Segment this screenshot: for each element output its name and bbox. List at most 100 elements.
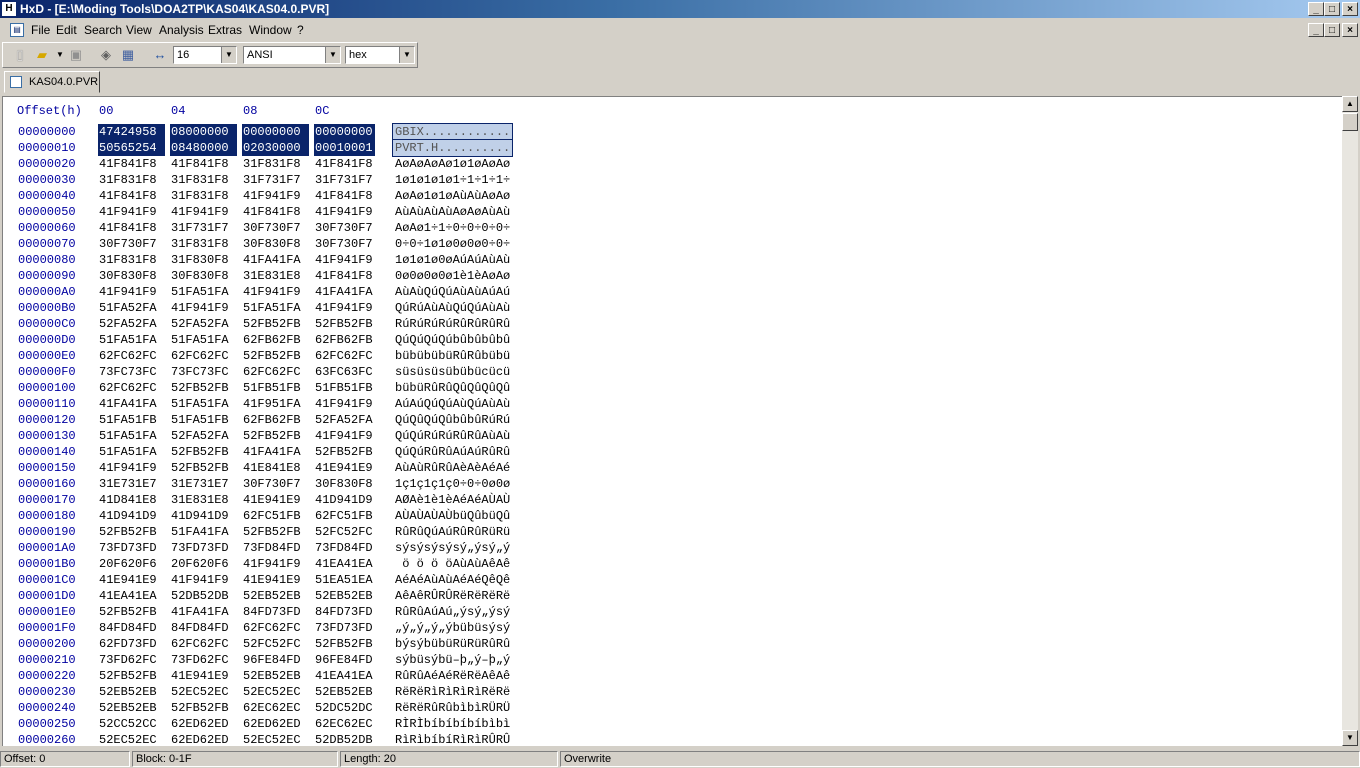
hex-editor[interactable]: Offset(h) 00 04 08 0C 00000000 47424958 08… xyxy=(2,96,1342,746)
hex-group[interactable]: 62FB62FB xyxy=(243,332,301,348)
hex-group[interactable]: 41F941F9 xyxy=(171,300,229,316)
hex-group[interactable]: 41F841F8 xyxy=(99,220,157,236)
hex-row[interactable]: 00000150 41F941F9 52FB52FB 41E841E8 41E941E9… xyxy=(3,461,1003,477)
ascii-text[interactable]: PVRT.H.......... xyxy=(391,139,514,157)
hex-group[interactable]: 62FC51FB xyxy=(315,508,373,524)
hex-group[interactable]: 08480000 xyxy=(170,140,237,156)
hex-group[interactable]: 51FA51FA xyxy=(171,396,229,412)
hex-row[interactable]: 00000070 30F730F7 31F831F8 30F830F8 30F730F7… xyxy=(3,237,1003,253)
hex-group[interactable]: 52FA52FA xyxy=(315,412,373,428)
hex-group[interactable]: 41EA41EA xyxy=(99,588,157,604)
ascii-text[interactable]: AøAø1÷1÷0÷0÷0÷0÷ xyxy=(393,220,512,236)
hex-group[interactable]: 51FB51FB xyxy=(243,380,301,396)
ascii-text[interactable]: süsüsüsübübücücü xyxy=(393,364,512,380)
hex-group[interactable]: 52DC52DC xyxy=(315,700,373,716)
hex-group[interactable]: 41E941E9 xyxy=(171,668,229,684)
hex-group[interactable]: 96FE84FD xyxy=(243,652,301,668)
hex-row[interactable]: 00000220 52FB52FB 41E941E9 52EB52EB 41EA41EA… xyxy=(3,669,1003,685)
hex-row[interactable]: 000001E0 52FB52FB 41FA41FA 84FD73FD 84FD73FD… xyxy=(3,605,1003,621)
hex-group[interactable]: 30F830F8 xyxy=(99,268,157,284)
menu-help[interactable]: ? xyxy=(297,23,304,37)
hex-group[interactable]: 51EA51EA xyxy=(315,572,373,588)
hex-group[interactable]: 73FC73FC xyxy=(171,364,229,380)
chevron-down-icon[interactable]: ▼ xyxy=(399,47,414,63)
hex-group[interactable]: 41F941F9 xyxy=(171,204,229,220)
hex-group[interactable]: 41F941F9 xyxy=(243,188,301,204)
hex-group[interactable]: 51FA51FA xyxy=(171,332,229,348)
new-file-icon[interactable]: ▯ xyxy=(11,47,29,63)
hex-group[interactable]: 20F620F6 xyxy=(171,556,229,572)
hex-group[interactable]: 73FD84FD xyxy=(315,540,373,556)
minimize-button[interactable]: _ xyxy=(1308,2,1324,16)
hex-row[interactable]: 00000040 41F841F8 31F831F8 41F941F9 41F841F8… xyxy=(3,189,1003,205)
hex-group[interactable]: 84FD84FD xyxy=(171,620,229,636)
hxd-app-icon[interactable]: H xyxy=(2,2,16,16)
hex-group[interactable]: 52FB52FB xyxy=(243,316,301,332)
hex-row[interactable]: 00000080 31F831F8 31F830F8 41FA41FA 41F941F9… xyxy=(3,253,1003,269)
ascii-text[interactable]: RÌRÌbíbíbíbíbìbì xyxy=(393,716,512,732)
hex-group[interactable]: 84FD73FD xyxy=(315,604,373,620)
hex-row[interactable]: 000001A0 73FD73FD 73FD73FD 73FD84FD 73FD84FD… xyxy=(3,541,1003,557)
hex-group[interactable]: 41F941F9 xyxy=(315,428,373,444)
hex-row[interactable]: 00000120 51FA51FB 51FA51FB 62FB62FB 52FA52FA… xyxy=(3,413,1003,429)
close-button[interactable]: × xyxy=(1342,2,1358,16)
hex-group[interactable]: 62FC62FC xyxy=(99,348,157,364)
hex-group[interactable]: 41F841F8 xyxy=(315,156,373,172)
hex-group[interactable]: 41F841F8 xyxy=(99,188,157,204)
hex-group[interactable]: 31F731F7 xyxy=(243,172,301,188)
bytes-per-row-select[interactable]: 16 ▼ xyxy=(173,46,237,64)
hex-group[interactable]: 31F831F8 xyxy=(99,172,157,188)
hex-group[interactable]: 62FC62FC xyxy=(171,636,229,652)
hex-group[interactable]: 62FC62FC xyxy=(243,620,301,636)
hex-group[interactable]: 31F831F8 xyxy=(171,188,229,204)
hex-group[interactable]: 30F730F7 xyxy=(243,476,301,492)
maximize-button[interactable]: □ xyxy=(1324,2,1340,16)
menu-edit[interactable]: Edit xyxy=(56,23,77,37)
ascii-text[interactable]: 1ø1ø1ø0øAúAúAùAù xyxy=(393,252,512,268)
open-ram-icon[interactable]: ▦ xyxy=(119,47,137,63)
ascii-text[interactable]: AéAéAùAùAéAéQêQê xyxy=(393,572,512,588)
hex-group[interactable]: 52CC52CC xyxy=(99,716,157,732)
hex-row[interactable]: 00000240 52EB52EB 52FB52FB 62EC62EC 52DC52DC… xyxy=(3,701,1003,717)
hex-group[interactable]: 31E731E7 xyxy=(171,476,229,492)
doc-minimize-button[interactable]: _ xyxy=(1308,23,1324,37)
save-icon[interactable]: ▣ xyxy=(67,47,85,63)
doc-close-button[interactable]: × xyxy=(1342,23,1358,37)
hex-group[interactable]: 51FA51FA xyxy=(99,444,157,460)
hex-group[interactable]: 52EB52EB xyxy=(99,700,157,716)
ascii-text[interactable]: sýbüsýbü–þ„ý–þ„ý xyxy=(393,652,512,668)
hex-group[interactable]: 41F941F9 xyxy=(315,204,373,220)
hex-group[interactable]: 41F941F9 xyxy=(99,204,157,220)
hex-row[interactable]: 00000110 41FA41FA 51FA51FA 41F951FA 41F941F9… xyxy=(3,397,1003,413)
hex-group[interactable]: 73FD62FC xyxy=(99,652,157,668)
hex-group[interactable]: 52FB52FB xyxy=(171,380,229,396)
hex-group[interactable]: 51FA51FB xyxy=(171,412,229,428)
ascii-text[interactable]: RëRëRìRìRìRìRëRë xyxy=(393,684,512,700)
hex-group[interactable]: 41F941F9 xyxy=(315,252,373,268)
ascii-text[interactable]: bübübübüRûRûbübü xyxy=(393,348,512,364)
hex-group[interactable]: 30F830F8 xyxy=(315,476,373,492)
hex-group[interactable]: 51FA41FA xyxy=(171,524,229,540)
hex-group[interactable]: 52FA52FA xyxy=(171,428,229,444)
hex-group[interactable]: 52FB52FB xyxy=(315,636,373,652)
hex-group[interactable]: 41FA41FA xyxy=(243,444,301,460)
hex-group[interactable]: 52FB52FB xyxy=(243,524,301,540)
hex-group[interactable]: 73FD84FD xyxy=(243,540,301,556)
hex-group[interactable]: 52EC52EC xyxy=(99,732,157,746)
hex-group[interactable]: 73FD73FD xyxy=(99,540,157,556)
ascii-text[interactable]: AùAùQúQúAùAùAúAú xyxy=(393,284,512,300)
hex-group[interactable]: 62EC62EC xyxy=(243,700,301,716)
hex-row[interactable]: 00000010 50565254 08480000 02030000 00010001… xyxy=(3,139,1003,157)
hex-group[interactable]: 08000000 xyxy=(170,124,237,140)
hex-row[interactable]: 00000060 41F841F8 31F731F7 30F730F7 30F730F7… xyxy=(3,221,1003,237)
ascii-text[interactable]: QúRúAùAùQúQúAùAù xyxy=(393,300,512,316)
hex-group[interactable]: 62FC62FC xyxy=(315,348,373,364)
hex-group[interactable]: 41F841F8 xyxy=(171,156,229,172)
ascii-text[interactable]: QúQúRûRûAúAúRûRû xyxy=(393,444,512,460)
charset-select[interactable]: ANSI ▼ xyxy=(243,46,341,64)
hex-group[interactable]: 62FC62FC xyxy=(99,380,157,396)
hex-group[interactable]: 62ED62ED xyxy=(243,716,301,732)
hex-row[interactable]: 00000020 41F841F8 41F841F8 31F831F8 41F841F8… xyxy=(3,157,1003,173)
hex-group[interactable]: 62ED62ED xyxy=(171,716,229,732)
hex-row[interactable]: 00000260 52EC52EC 62ED62ED 52EC52EC 52DB52DB… xyxy=(3,733,1003,746)
